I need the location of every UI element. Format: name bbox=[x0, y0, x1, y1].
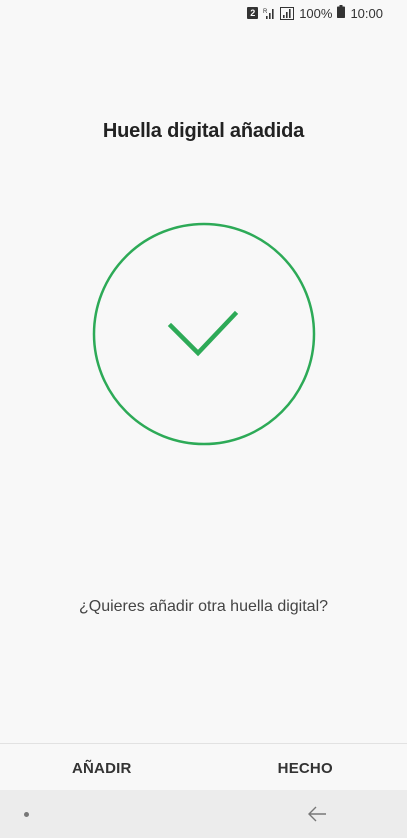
checkmark-circle-icon bbox=[92, 222, 316, 446]
battery-icon bbox=[337, 5, 346, 21]
clock: 10:00 bbox=[350, 5, 383, 21]
bottom-action-bar: AÑADIR HECHO bbox=[0, 744, 407, 790]
svg-text:R: R bbox=[263, 9, 268, 15]
navigation-bar bbox=[0, 790, 407, 838]
signal-icon: R bbox=[263, 7, 275, 20]
page-title: Huella digital añadida bbox=[102, 120, 305, 142]
signal-icon bbox=[280, 6, 295, 20]
done-button[interactable]: HECHO bbox=[204, 744, 407, 790]
sim-2-icon: 2 bbox=[247, 7, 259, 19]
recent-apps-dot-icon[interactable] bbox=[24, 812, 29, 817]
add-another-prompt: ¿Quieres añadir otra huella digital? bbox=[78, 598, 329, 615]
status-bar: 2 R 100% 10:00 bbox=[0, 0, 407, 26]
back-arrow-icon[interactable] bbox=[305, 804, 329, 824]
battery-percent: 100% bbox=[299, 5, 333, 21]
success-circle bbox=[92, 222, 316, 446]
add-button[interactable]: AÑADIR bbox=[0, 744, 204, 790]
checkmark-icon bbox=[167, 310, 239, 357]
